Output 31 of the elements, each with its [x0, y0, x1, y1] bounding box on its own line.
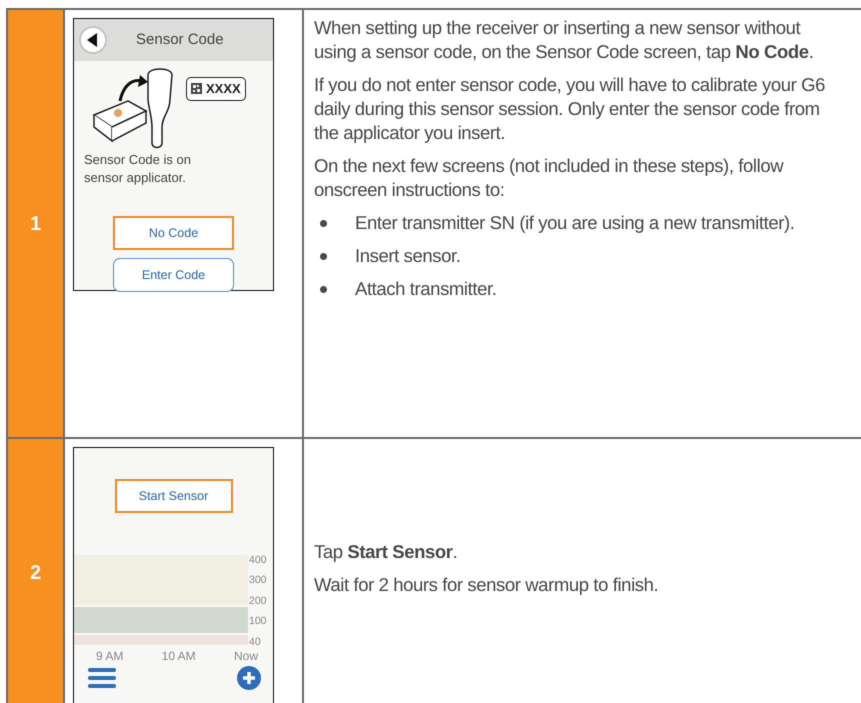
instruction-text: If you do not enter sensor code, you will have to calibrate your G6 daily during this sensor session. Only enter the sensor code from the applicator you insert.: [314, 73, 826, 146]
step-number: 1: [30, 214, 42, 234]
axis-label: 300: [249, 575, 267, 586]
code-label: XXXX: [206, 80, 241, 98]
instruction-text: When setting up the receiver or inserting a new sensor without using a sensor code, on the Sensor Code screen, tap No Code.: [314, 16, 814, 64]
screen-title: Sensor Code: [136, 30, 224, 50]
screen-button[interactable]: Start Sensor: [114, 479, 232, 513]
screen-message: Sensor Code is on sensor applicator.: [84, 151, 192, 186]
axis-label: 40: [249, 636, 262, 647]
back-icon: [78, 25, 108, 55]
axis-label: 400: [249, 555, 267, 566]
step-number: 2: [30, 563, 42, 583]
bullet-text: Attach transmitter.: [355, 277, 496, 302]
bullet-icon: [320, 253, 327, 260]
instruction-text: Wait for 2 hours for sensor warmup to finish.: [314, 573, 660, 597]
bullet-icon: [320, 220, 327, 228]
bullet-icon: [320, 286, 327, 294]
instruction-text: Tap Start Sensor.: [314, 540, 458, 564]
axis-label: 100: [249, 616, 267, 627]
axis-label: 200: [249, 596, 267, 606]
add-icon: [237, 666, 261, 690]
screen-button[interactable]: Enter Code: [113, 258, 234, 292]
bullet-text: Enter transmitter SN (if you are using a new transmitter).: [355, 211, 794, 236]
axis-label: 10 AM: [162, 650, 196, 662]
instruction-text: On the next few screens (not included in these steps), follow onscreen instructions to:: [314, 154, 784, 202]
axis-label: 9 AM: [96, 650, 124, 662]
axis-label: Now: [234, 650, 258, 662]
qr-code-icon: [191, 83, 202, 94]
menu-icon: [87, 666, 117, 690]
bullet-text: Insert sensor.: [355, 244, 460, 268]
screen-button[interactable]: No Code: [113, 216, 234, 250]
